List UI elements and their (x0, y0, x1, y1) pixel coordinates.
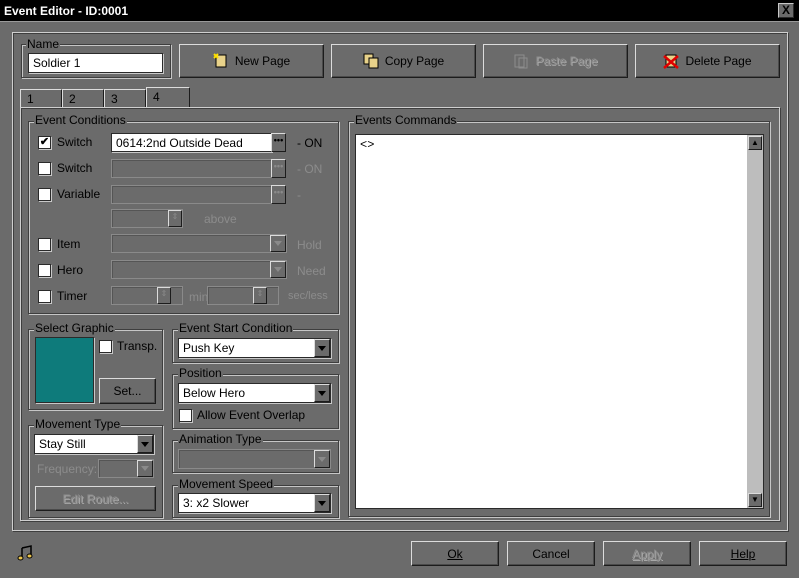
item-dropdown (111, 234, 287, 253)
graphic-preview[interactable] (35, 337, 94, 403)
hero-dropdown (111, 260, 287, 279)
close-icon[interactable]: X (778, 3, 794, 18)
timer-sec-spin-icon: ⇕ (253, 287, 267, 304)
timer-checkbox[interactable] (38, 290, 51, 303)
ok-button[interactable]: Ok (411, 541, 499, 566)
name-field[interactable]: Soldier 1 (28, 53, 163, 73)
frequency-arrow-icon (137, 460, 153, 477)
variable-browse-button: ••• (271, 185, 286, 204)
variable-label: Variable (57, 187, 101, 201)
edit-route-button[interactable]: Edit Route... (35, 486, 156, 511)
timer-min-label: min (189, 290, 209, 304)
switch2-browse-button: ••• (271, 159, 286, 178)
copy-page-button[interactable]: Copy Page (331, 44, 476, 78)
switch1-label: Switch (57, 135, 93, 149)
events-commands-label: Events Commands (354, 113, 458, 127)
timer-sec-label: sec/less (288, 290, 328, 302)
movement-speed-label: Movement Speed (178, 477, 275, 491)
timer-min-spin-icon: ⇕ (157, 287, 171, 304)
timer-label: Timer (57, 289, 88, 303)
window-title: Event Editor - ID:0001 (4, 4, 129, 18)
switch1-field[interactable]: 0614:2nd Outside Dead (111, 133, 272, 152)
start-condition-dropdown[interactable]: Push Key (178, 338, 331, 358)
switch2-field (111, 159, 272, 178)
movement-speed-arrow-icon[interactable] (314, 494, 330, 512)
new-page-icon (213, 53, 227, 68)
tab-1[interactable]: 1 (20, 89, 62, 108)
allow-overlap-label: Allow Event Overlap (197, 408, 306, 422)
title-bar: Event Editor - ID:0001 X (0, 0, 799, 22)
apply-button[interactable]: Apply (603, 541, 691, 566)
switch2-suffix: - ON (297, 162, 323, 176)
transparent-label: Transp. (117, 339, 158, 353)
scroll-down-icon[interactable]: ▼ (748, 493, 762, 507)
frequency-label: Frequency: (37, 462, 98, 476)
item-suffix: Hold (297, 238, 322, 252)
start-condition-label: Event Start Condition (178, 321, 294, 335)
copy-page-icon (363, 53, 379, 69)
item-checkbox[interactable] (38, 238, 51, 251)
position-dropdown[interactable]: Below Hero (178, 383, 331, 403)
scroll-up-icon[interactable]: ▲ (748, 136, 762, 150)
music-note-icon[interactable] (17, 545, 33, 561)
movement-type-arrow-icon[interactable] (137, 435, 153, 453)
command-line[interactable]: <> (360, 138, 374, 152)
start-condition-arrow-icon[interactable] (314, 339, 330, 357)
cancel-button[interactable]: Cancel (507, 541, 595, 566)
variable-spin-icon: ⇕ (168, 210, 182, 227)
paste-page-icon (514, 54, 528, 69)
timer-sec-field (207, 286, 279, 305)
name-label: Name (26, 37, 61, 51)
set-graphic-button[interactable]: Set... (99, 378, 156, 404)
animation-type-label: Animation Type (178, 432, 263, 446)
help-button[interactable]: Help (699, 541, 787, 566)
paste-page-button[interactable]: Paste Page (483, 44, 628, 78)
tab-4[interactable]: 4 (146, 87, 190, 108)
event-conditions-label: Event Conditions (34, 113, 127, 127)
delete-page-icon (663, 54, 680, 69)
hero-suffix: Need (297, 264, 326, 278)
switch2-checkbox[interactable] (38, 162, 51, 175)
switch1-browse-button[interactable]: ••• (271, 133, 286, 152)
animation-type-arrow-icon (314, 450, 330, 468)
variable-checkbox[interactable] (38, 188, 51, 201)
select-graphic-label: Select Graphic (34, 321, 115, 335)
switch1-suffix: - ON (297, 136, 323, 150)
hero-checkbox[interactable] (38, 264, 51, 277)
movement-type-label: Movement Type (34, 417, 122, 431)
timer-min-field (111, 286, 183, 305)
variable-suffix: - (297, 188, 301, 202)
item-label: Item (57, 237, 81, 251)
position-label: Position (178, 366, 223, 380)
movement-speed-dropdown[interactable]: 3: x2 Slower (178, 493, 331, 513)
position-arrow-icon[interactable] (314, 384, 330, 402)
item-dropdown-arrow-icon (270, 235, 286, 252)
hero-label: Hero (57, 263, 84, 277)
transparent-checkbox[interactable] (99, 340, 112, 353)
tab-3[interactable]: 3 (104, 89, 146, 108)
animation-type-dropdown (178, 449, 331, 469)
hero-dropdown-arrow-icon (270, 261, 286, 278)
variable-field (111, 185, 272, 204)
events-commands-list[interactable]: <> ▲ ▼ (355, 134, 764, 509)
allow-overlap-checkbox[interactable] (179, 409, 192, 422)
movement-type-dropdown[interactable]: Stay Still (34, 434, 154, 454)
delete-page-button[interactable]: Delete Page (635, 44, 780, 78)
tab-2[interactable]: 2 (62, 89, 104, 108)
variable-above-label: above (204, 212, 237, 226)
scrollbar[interactable]: ▲ ▼ (747, 135, 763, 508)
switch2-label: Switch (57, 161, 93, 175)
switch1-checkbox[interactable]: ✔ (38, 136, 51, 149)
new-page-button[interactable]: New Page (179, 44, 324, 78)
